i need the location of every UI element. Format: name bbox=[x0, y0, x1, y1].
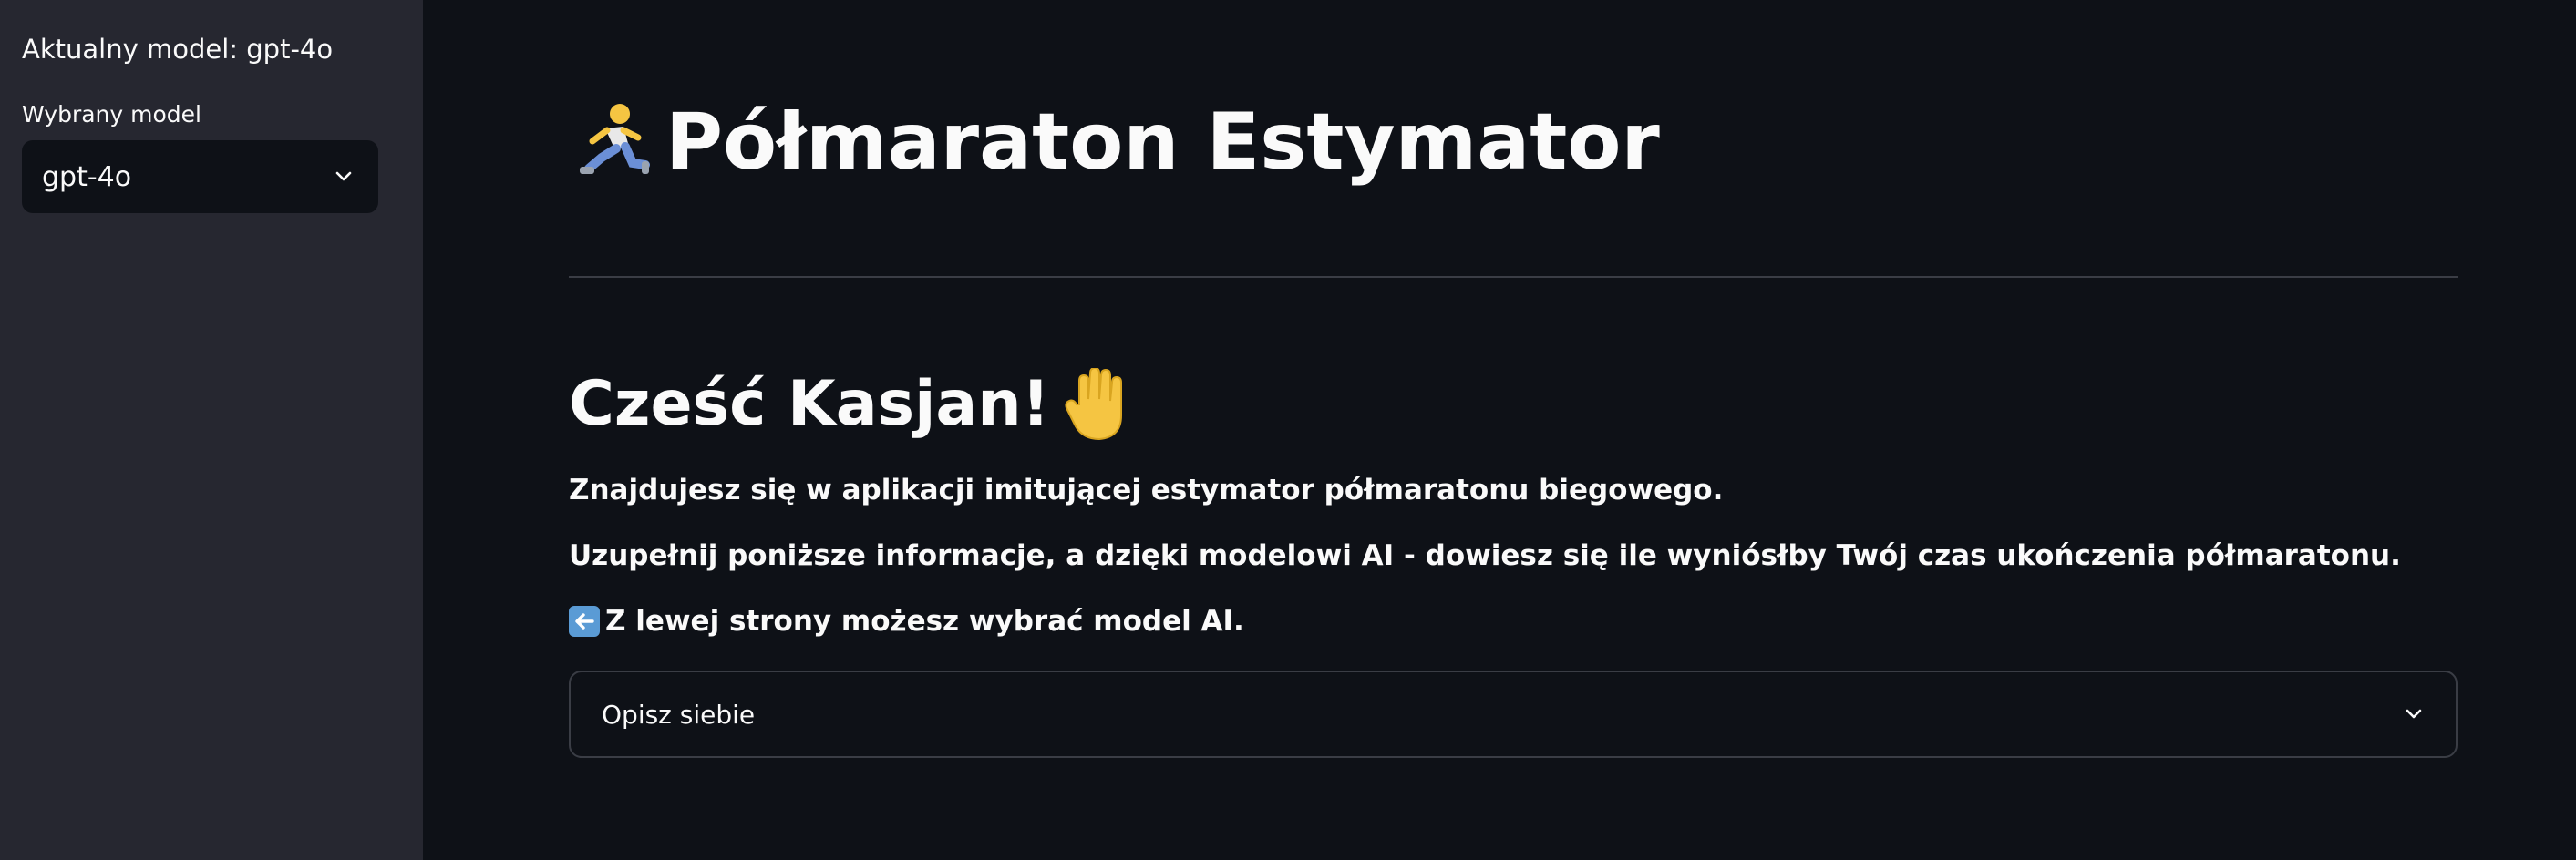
intro-paragraph: Znajdujesz się w aplikacji imitującej es… bbox=[569, 474, 1724, 507]
greeting-heading: Cześć Kasjan! bbox=[569, 361, 1130, 448]
chevron-down-icon bbox=[2401, 701, 2427, 727]
main-content: Półmaraton Estymator Cześć Kasjan! Znajd… bbox=[423, 0, 2576, 860]
raised-hand-icon bbox=[1063, 366, 1130, 441]
page-title-text: Półmaraton Estymator bbox=[665, 97, 1660, 188]
app-root: Aktualny model: gpt-4o Wybrany model gpt… bbox=[0, 0, 2576, 860]
chevron-down-icon bbox=[331, 164, 356, 189]
model-hint-text: Z lewej strony możesz wybrać model AI. bbox=[605, 605, 1244, 638]
describe-yourself-expander[interactable]: Opisz siebie bbox=[569, 671, 2458, 758]
model-hint-paragraph: Z lewej strony możesz wybrać model AI. bbox=[569, 601, 1244, 641]
left-arrow-icon bbox=[569, 606, 600, 637]
divider bbox=[569, 276, 2458, 278]
model-select-label: Wybrany model bbox=[22, 101, 201, 128]
current-model-text: Aktualny model: gpt-4o bbox=[22, 34, 334, 65]
page-title: Półmaraton Estymator bbox=[569, 87, 1660, 197]
greeting-text: Cześć Kasjan! bbox=[569, 368, 1050, 440]
expander-label: Opisz siebie bbox=[602, 699, 756, 730]
sidebar: Aktualny model: gpt-4o Wybrany model gpt… bbox=[0, 0, 423, 860]
instructions-paragraph: Uzupełnij poniższe informacje, a dzięki … bbox=[569, 539, 2401, 572]
runner-icon bbox=[569, 101, 651, 183]
model-select[interactable]: gpt-4o bbox=[22, 140, 378, 213]
model-select-value: gpt-4o bbox=[42, 160, 132, 193]
